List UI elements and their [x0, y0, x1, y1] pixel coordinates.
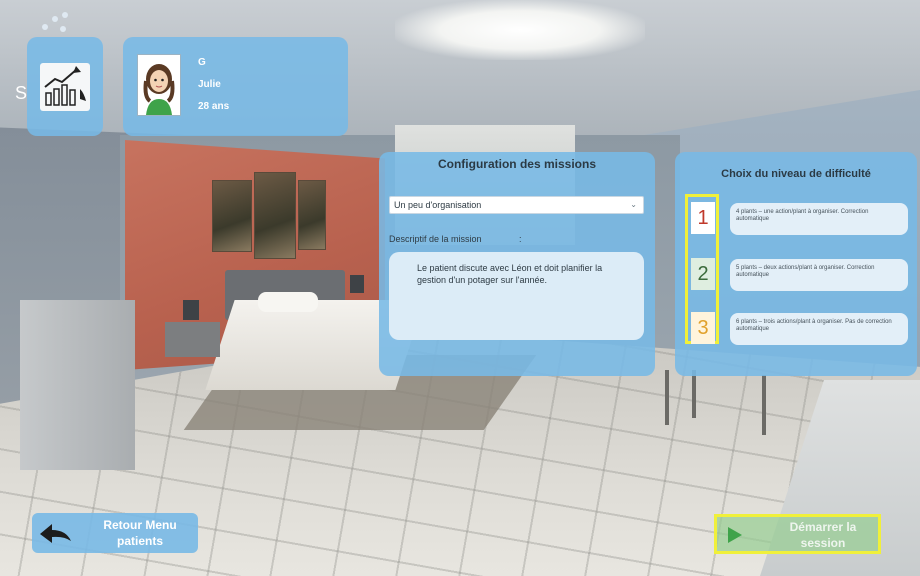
mission-description-colon: :: [519, 234, 522, 244]
mission-description-text: Le patient discute avec Léon et doit pla…: [389, 252, 644, 340]
level-1-description: 4 plants – une action/plant à organiser.…: [730, 203, 908, 235]
level-3-description: 6 plants – trois actions/plant à organis…: [730, 313, 908, 345]
mission-panel-title: Configuration des missions: [437, 157, 596, 171]
level-2-description: 5 plants – deux actions/plant à organise…: [730, 259, 908, 291]
mission-select-value: Un peu d'organisation: [394, 200, 482, 210]
patient-name: Julie: [198, 79, 221, 90]
chair-leg: [692, 370, 696, 418]
ceiling-light: [395, 0, 645, 60]
start-label-line-2: session: [800, 536, 846, 550]
start-session-button[interactable]: Démarrer la session: [714, 514, 881, 554]
mission-description-label: Descriptif de la mission: [389, 234, 482, 244]
difficulty-panel-title: Choix du niveau de difficulté: [721, 168, 871, 180]
chair-leg: [665, 370, 669, 425]
mission-select[interactable]: Un peu d'organisation ⌄: [389, 196, 644, 214]
statistics-button[interactable]: [27, 37, 103, 136]
lamp: [183, 300, 199, 320]
level-2-button[interactable]: 2: [691, 258, 715, 290]
start-label-line-1: Démarrer la: [789, 520, 857, 534]
painting-panel-2: [254, 172, 296, 259]
painting-panel-3: [298, 180, 326, 250]
patient-card: G Julie 28 ans: [123, 37, 348, 136]
chart-trend-icon: [40, 62, 90, 111]
level-2-number: 2: [697, 262, 709, 285]
arrow-left-icon: [38, 521, 74, 545]
table-leg: [762, 375, 766, 435]
pillow: [258, 292, 318, 312]
painting-panel-1: [212, 180, 252, 252]
female-avatar-icon: [137, 54, 181, 116]
dresser: [20, 300, 135, 470]
back-label-line-1: Retour Menu: [103, 518, 177, 532]
level-3-number: 3: [697, 316, 709, 339]
back-button-label: Retour Menu patients: [90, 517, 190, 549]
patient-age: 28 ans: [198, 101, 230, 112]
back-to-patients-button[interactable]: Retour Menu patients: [32, 513, 198, 553]
level-1-number: 1: [697, 206, 709, 229]
mission-configuration-panel: Configuration des missions Un peu d'orga…: [379, 152, 655, 376]
side-letter: S: [15, 83, 28, 103]
nightstand: [165, 322, 220, 357]
back-label-line-2: patients: [116, 534, 163, 548]
difficulty-panel: Choix du niveau de difficulté 1 4 plants…: [675, 152, 917, 376]
chevron-down-icon: ⌄: [630, 200, 637, 209]
start-button-label: Démarrer la session: [769, 519, 877, 551]
patient-initial: G: [198, 57, 206, 68]
loading-dots-icon: [38, 10, 78, 40]
level-3-button[interactable]: 3: [691, 312, 715, 344]
lamp-right: [350, 275, 364, 293]
level-1-button[interactable]: 1: [691, 202, 715, 234]
play-icon: [728, 527, 742, 543]
